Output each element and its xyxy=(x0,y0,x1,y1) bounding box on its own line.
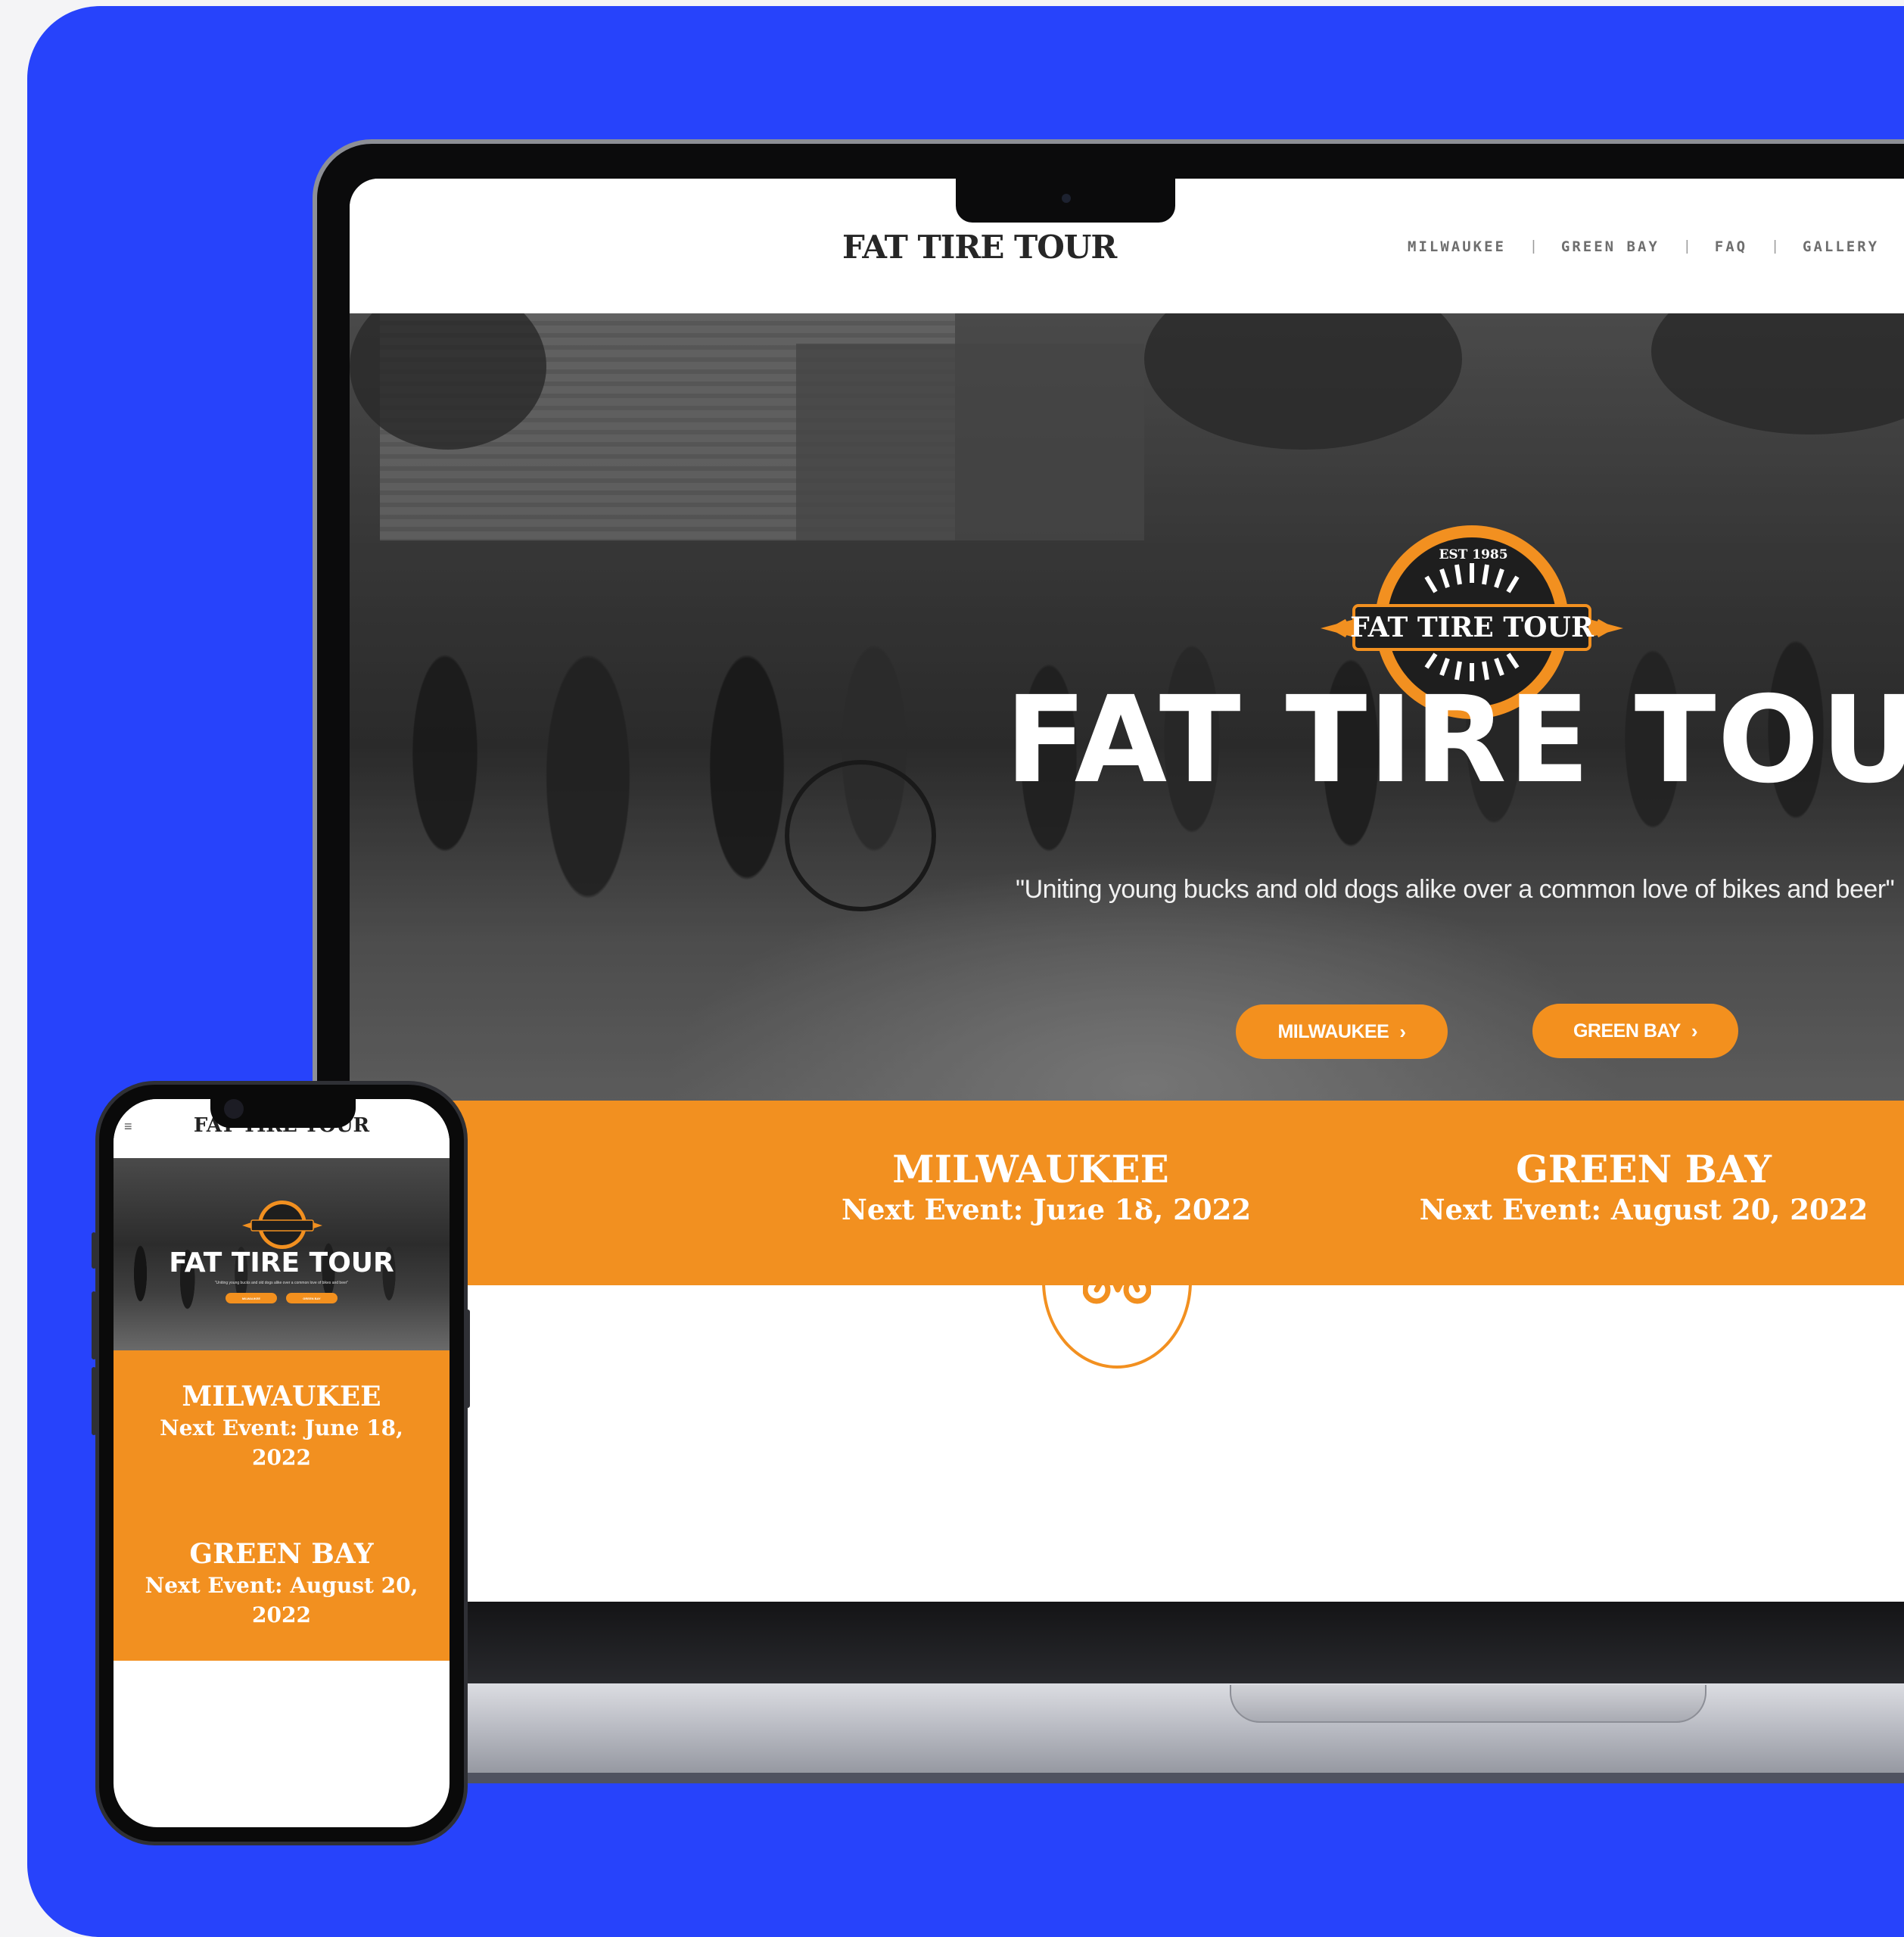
hero-button-label: MILWAUKEE xyxy=(1277,1020,1389,1042)
hero-section: EST 1985 FAT TIRE TOUR FAT TIRE TOUR "Un… xyxy=(350,313,1904,1101)
phone-screen: ≡ FAT TIRE TOUR FAT TIRE TOUR "Uniting y… xyxy=(114,1099,450,1827)
phone-notch xyxy=(210,1093,356,1128)
bicycle-icon xyxy=(1083,1258,1151,1304)
mobile-hero-title: FAT TIRE TOUR xyxy=(169,1247,394,1278)
event-city: MILWAUKEE xyxy=(182,1381,381,1412)
event-date: Next Event: June 18, xyxy=(160,1415,403,1441)
laptop-bezel-bottom xyxy=(313,1602,1904,1691)
nav-item-green-bay[interactable]: GREEN BAY xyxy=(1561,238,1660,255)
laptop-open-notch xyxy=(1230,1685,1706,1723)
mobile-hero-tagline: "Uniting young bucks and old dogs alike … xyxy=(214,1281,349,1285)
chevron-right-icon: › xyxy=(1691,1019,1698,1042)
hero-tagline: "Uniting young bucks and old dogs alike … xyxy=(1016,875,1895,904)
nav-separator: | xyxy=(1685,238,1689,254)
hero-title: FAT TIRE TOUR xyxy=(1005,671,1904,810)
mobile-hero-button-milwaukee[interactable]: MILWAUKEE xyxy=(226,1293,277,1303)
badge-est-text: EST 1985 xyxy=(1439,547,1507,562)
event-city: MILWAUKEE xyxy=(892,1147,1169,1191)
event-city: GREEN BAY xyxy=(189,1538,374,1570)
event-city: GREEN BAY xyxy=(1516,1147,1772,1191)
event-date: Next Event: August 20, xyxy=(145,1573,418,1599)
laptop-base-edge xyxy=(324,1773,1904,1783)
site-logo[interactable]: FAT TIRE TOUR xyxy=(842,229,1117,266)
chevron-right-icon: › xyxy=(1399,1020,1406,1043)
event-date: Next Event: August 20, 2022 xyxy=(1419,1192,1868,1226)
nav-separator: | xyxy=(1531,238,1535,254)
fat-tire-tour-badge-logo xyxy=(242,1201,322,1249)
mobile-event-green-bay[interactable]: GREEN BAY Next Event: August 20, 2022 xyxy=(114,1538,450,1630)
site-nav: MILWAUKEE | GREEN BAY | FAQ | GALLERY xyxy=(1408,238,1879,255)
event-date: 2022 xyxy=(252,1602,311,1628)
nav-item-milwaukee[interactable]: MILWAUKEE xyxy=(1408,238,1506,255)
badge-title-text: FAT TIRE TOUR xyxy=(1350,612,1594,643)
camera-icon xyxy=(224,1099,244,1119)
laptop-screen: FAT TIRE TOUR MILWAUKEE | GREEN BAY | FA… xyxy=(350,179,1904,1602)
hero-button-milwaukee[interactable]: MILWAUKEE › xyxy=(1236,1004,1448,1059)
event-green-bay[interactable]: GREEN BAY Next Event: August 20, 2022 xyxy=(1371,1148,1904,1229)
mobile-hero-button-green-bay[interactable]: GREEN BAY xyxy=(286,1293,338,1303)
hero-button-green-bay[interactable]: GREEN BAY › xyxy=(1532,1004,1738,1058)
nav-separator: | xyxy=(1773,238,1778,254)
camera-icon xyxy=(1062,194,1071,203)
bicycle-feature-badge xyxy=(1042,1194,1192,1369)
nav-item-gallery[interactable]: GALLERY xyxy=(1803,238,1879,255)
nav-item-faq[interactable]: FAQ xyxy=(1715,238,1747,255)
event-date: 2022 xyxy=(252,1445,311,1471)
hero-button-label: GREEN BAY xyxy=(1573,1020,1681,1042)
mobile-events-band: MILWAUKEE Next Event: June 18, 2022 GREE… xyxy=(114,1350,450,1661)
laptop-camera-notch xyxy=(956,179,1175,223)
mobile-event-milwaukee[interactable]: MILWAUKEE Next Event: June 18, 2022 xyxy=(114,1381,450,1473)
